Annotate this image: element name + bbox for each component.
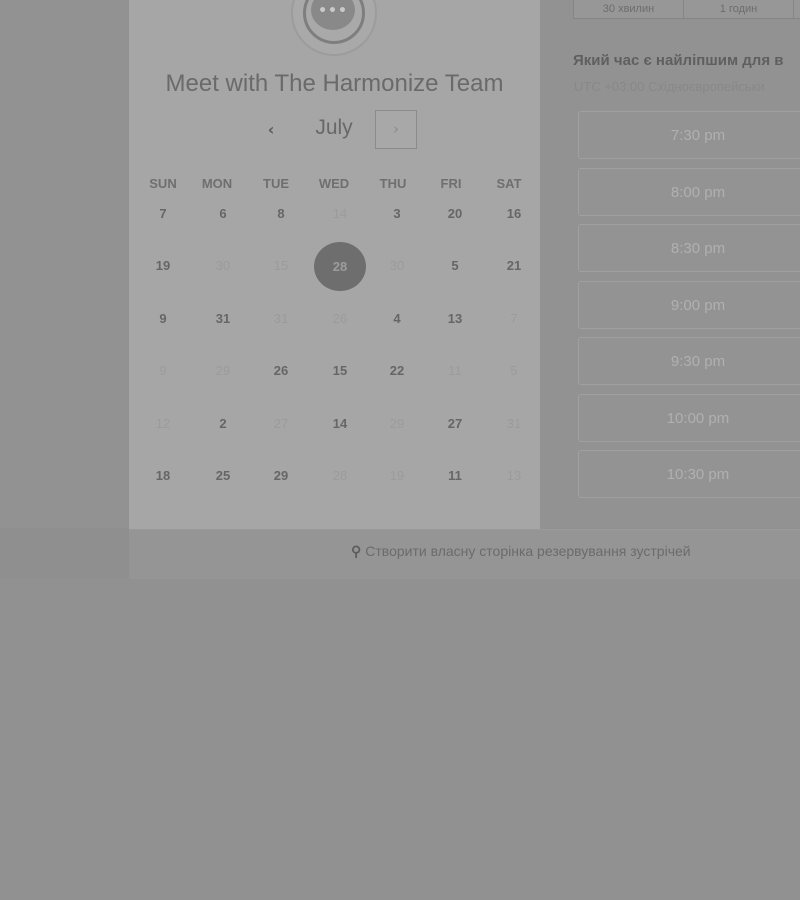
booking-card: ••• Meet with The Harmonize Team ‹ July … [129,0,540,529]
calendar-day[interactable]: 11 [427,454,483,498]
calendar-day[interactable]: 6 [195,192,251,236]
calendar-day[interactable]: 14 [312,402,368,446]
calendar-day[interactable]: 26 [253,349,309,393]
time-slot-label: 10:00 pm [666,409,730,427]
calendar-day[interactable]: 19 [135,244,191,288]
calendar-day: 7 [510,311,518,326]
selected-day[interactable]: 28 [312,242,368,291]
duration-tabs: 30 хвилин 1 годин [573,0,800,20]
selected-day-label: 28 [314,242,366,291]
time-slot-label: 8:30 pm [670,240,726,257]
chevron-left-icon[interactable]: ‹ [259,118,283,142]
footer: ⚲ Створити власну сторінка резервування з… [129,529,800,579]
chat-bubble-icon: ••• [291,0,377,56]
tab-more[interactable] [793,0,800,19]
calendar-day: 13 [506,468,522,483]
weekday-sun: SUN [149,176,177,191]
tab-30-min[interactable]: 30 хвилин [573,0,684,19]
calendar-day[interactable]: 27 [427,402,483,446]
time-slot-button[interactable]: 8:30 pm [578,224,800,272]
calendar-day: 29 [389,416,405,431]
weekday-wed: WED [318,176,350,191]
calendar-day: 28 [332,468,348,483]
next-month-button[interactable]: › [375,110,417,149]
calendar-day[interactable]: 25 [195,454,251,498]
calendar-day: 19 [389,468,405,483]
calendar-day[interactable]: 7 [135,192,191,236]
calendar-day[interactable]: 31 [195,297,251,341]
time-slot-button[interactable]: 10:00 pm [578,393,800,442]
calendar-day: 11 [448,363,462,378]
create-booking-page-link[interactable]: ⚲ Створити власну сторінка резервування з… [351,543,691,560]
calendar-day: 27 [273,416,289,431]
calendar-day[interactable]: 13 [427,297,483,341]
calendar-day[interactable]: 5 [427,244,483,288]
calendar-day: 26 [332,311,348,326]
calendar-day[interactable]: 18 [135,454,191,498]
calendar-day: 30 [389,258,405,273]
calendar-day[interactable]: 22 [369,349,425,393]
calendar-day[interactable]: 9 [135,297,191,341]
calendar-day[interactable]: 21 [486,244,542,288]
calendar-day: 15 [273,258,289,273]
calendar-day: 30 [215,258,231,273]
month-label: July [315,116,353,139]
tab-1-hour[interactable]: 1 годин [683,0,794,19]
time-slot-button[interactable]: 7:30 pm [578,111,800,159]
time-slot-label: 9:00 pm [670,296,726,314]
page-title: Meet with The Harmonize Team [165,70,504,97]
footer-link-label: Створити власну сторінка резервування зу… [365,543,691,559]
calendar-day[interactable]: 16 [486,192,542,236]
time-slot-label: 8:00 pm [670,183,726,201]
time-slot-label: 10:30 pm [666,466,730,483]
calendar-day: 5 [510,363,518,378]
calendar-day: 29 [215,363,231,378]
calendar-day: 12 [155,416,171,431]
calendar-day: 14 [332,206,348,221]
time-slot-label: 9:30 pm [670,353,726,370]
time-question: Який час є найліпшим для в [573,52,784,69]
weekday-thu: THU [379,176,407,191]
time-slot-label: 7:30 pm [670,127,726,144]
logo-dots: ••• [318,3,348,19]
month-navigation: ‹ July › [129,108,540,152]
calendar-day[interactable]: 2 [195,402,251,446]
weekday-sat: SAT [496,176,522,191]
page-background-strip [0,528,130,578]
calendar-day: 31 [506,416,522,431]
hubspot-sprocket-icon: ⚲ [351,543,362,559]
calendar-day[interactable]: 15 [312,349,368,393]
calendar-day: 31 [273,311,289,326]
time-slot-button[interactable]: 9:30 pm [578,337,800,385]
calendar-day: 9 [159,363,167,378]
calendar-day[interactable]: 4 [369,297,425,341]
calendar-day[interactable]: 8 [253,192,309,236]
calendar-day[interactable]: 29 [253,454,309,498]
calendar-day[interactable]: 3 [369,192,425,236]
weekday-tue: TUE [263,176,289,191]
weekday-mon: MON [201,176,233,191]
weekday-fri: FRI [440,176,462,191]
time-slot-button[interactable]: 8:00 pm [578,167,800,216]
time-slot-button[interactable]: 10:30 pm [578,450,800,498]
timezone-label[interactable]: UTC +03:00 Східноєвропейськи [574,79,800,94]
time-slot-button[interactable]: 9:00 pm [578,280,800,329]
calendar-day[interactable]: 20 [427,192,483,236]
